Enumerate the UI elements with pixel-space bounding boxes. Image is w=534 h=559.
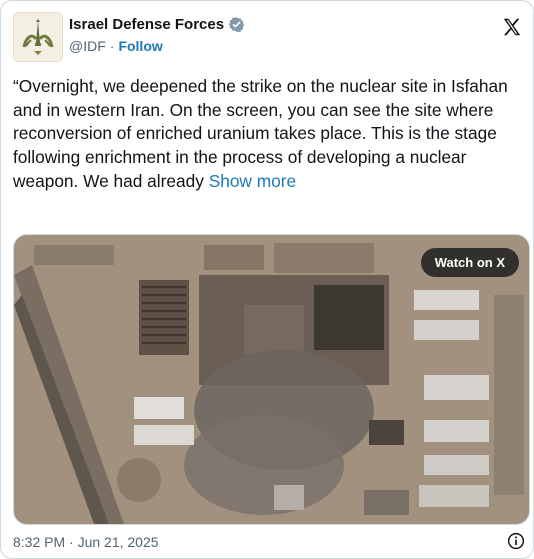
x-logo-icon[interactable] bbox=[501, 16, 523, 38]
verified-badge-icon bbox=[228, 17, 245, 33]
info-icon[interactable] bbox=[507, 532, 525, 550]
author-name[interactable]: Israel Defense Forces bbox=[69, 16, 224, 33]
idf-emblem-icon bbox=[14, 13, 62, 61]
embedded-post-card: Israel Defense Forces @IDF · Follow “Ove… bbox=[0, 0, 534, 559]
watch-on-x-button[interactable]: Watch on X bbox=[420, 248, 519, 277]
handle-row: @IDF · Follow bbox=[69, 38, 245, 54]
name-row: Israel Defense Forces bbox=[69, 16, 245, 33]
timestamp[interactable]: 8:32 PM · Jun 21, 2025 bbox=[13, 534, 159, 550]
satellite-image bbox=[14, 235, 529, 524]
post-text: “Overnight, we deepened the strike on th… bbox=[13, 75, 518, 194]
follow-button[interactable]: Follow bbox=[118, 38, 162, 54]
show-more-link[interactable]: Show more bbox=[209, 171, 296, 191]
post-header: Israel Defense Forces @IDF · Follow bbox=[13, 12, 523, 68]
video-thumbnail[interactable]: Watch on X bbox=[13, 234, 530, 525]
author-block: Israel Defense Forces @IDF · Follow bbox=[69, 16, 245, 54]
post-footer: 8:32 PM · Jun 21, 2025 bbox=[13, 532, 525, 550]
separator-dot: · bbox=[109, 38, 115, 54]
author-handle[interactable]: @IDF bbox=[69, 38, 106, 54]
avatar[interactable] bbox=[13, 12, 63, 62]
